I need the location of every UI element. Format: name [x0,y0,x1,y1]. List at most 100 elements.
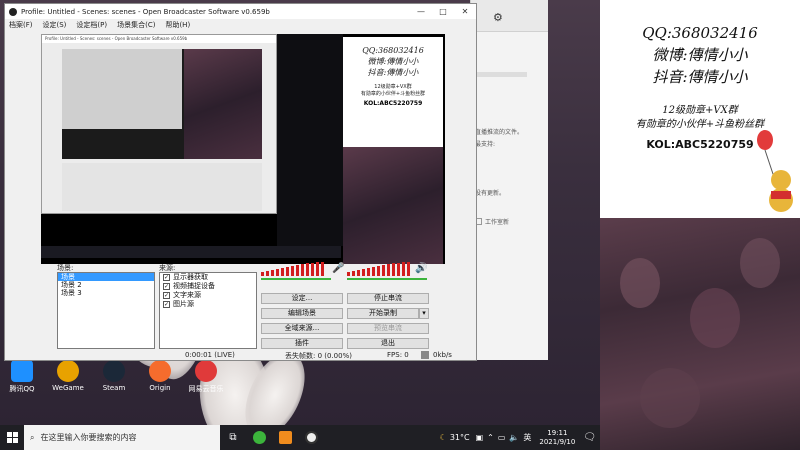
menu-file[interactable]: 档案(F) [9,20,33,30]
taskbar: ⌕ 在这里输入你要搜索的内容 ⧉ ☾ 31°C ▣ ⌃ ▭ 🔈 英 19:11 … [0,425,600,450]
mic-volume-meter[interactable] [261,262,331,276]
checked-icon[interactable]: ✓ [163,301,170,308]
taskbar-app-obs[interactable] [298,425,324,450]
bgwin-checkbox[interactable]: 工作室新 [475,217,544,226]
clock[interactable]: 19:11 2021/9/10 [535,429,579,447]
gear-icon[interactable]: ⚙ [493,11,503,24]
scenes-list[interactable]: 场景 场景 2 场景 3 [57,272,155,349]
obs-icon [304,431,318,444]
task-view-icon: ⧉ [229,432,237,443]
start-record-button[interactable]: 开始录制 [347,308,419,319]
promo-line1: 12级勋章+VX群 [662,105,738,116]
recursive-title: Profile: Untitled - Scenes: scenes - Ope… [42,35,276,43]
ime-indicator[interactable]: 英 [523,432,531,443]
bgwin-text: 直播推流的文件。 [475,129,524,136]
weather-temp[interactable]: 31°C [450,433,470,442]
exit-button[interactable]: 退出 [347,338,429,349]
tray-chevron-icon[interactable]: ⌃ [487,433,494,442]
stop-stream-button[interactable]: 停止串流 [347,293,429,304]
bitrate-readout: 0kb/s [433,351,452,359]
preview-promo-qq: QQ:368032416 [362,46,424,55]
menu-scene-collection[interactable]: 场景集合(C) [117,20,155,30]
notification-icon[interactable]: 🗨 [583,432,596,443]
speaker-icon[interactable]: 🔊 [415,263,427,274]
bgwin-checkbox-label: 工作室新 [485,219,510,226]
desktop-icon-steam[interactable]: Steam [94,360,134,392]
desktop-icon-label: 网易云音乐 [188,385,224,393]
preview-promo-kol: KOL:ABC5220759 [363,100,423,107]
source-item[interactable]: ✓ 文字来源 [160,291,256,300]
promo-weibo: 微博:傳情小小 [652,46,748,64]
desktop-volume-meter[interactable] [347,262,413,276]
scene-item[interactable]: 场景 [58,273,154,281]
divider [477,72,527,77]
microphone-icon[interactable]: 🎤 [332,263,344,274]
sources-list[interactable]: ✓ 显示器获取 ✓ 视频捕捉设备 ✓ 文字来源 ✓ 图片源 [159,272,257,349]
desktop-icon-origin[interactable]: Origin [140,360,180,392]
source-item[interactable]: ✓ 显示器获取 [160,273,256,282]
bgwin-text: 没有更新。 [475,190,506,197]
clock-date: 2021/9/10 [539,437,576,446]
checked-icon[interactable]: ✓ [163,283,170,290]
preview-stream-button[interactable]: 预览串流 [347,323,429,334]
promo-card: QQ:368032416 微博:傳情小小 抖音:傳情小小 12级勋章+VX群 有… [600,0,800,218]
source-label: 文字来源 [173,291,201,299]
desktop-icon-wegame[interactable]: WeGame [48,360,88,392]
menu-bar: 档案(F) 设定(S) 设定档(P) 场景集合(C) 帮助(H) [5,19,476,31]
menu-help[interactable]: 帮助(H) [165,20,190,30]
volume-icon[interactable]: 🔈 [509,433,519,442]
status-bar: 0:00:01 (LIVE) 丢失帧数: 0 (0.00%) FPS: 0 0k… [5,350,476,361]
edit-scene-button[interactable]: 编辑场景 [261,308,343,319]
bear-balloon-icon [757,130,793,212]
preview-promo-line2: 有勋章的小伙伴+斗鱼粉丝群 [360,91,426,97]
stream-health-indicator [421,351,429,359]
network-icon[interactable]: ▭ [498,433,506,442]
close-button[interactable]: ✕ [454,7,476,16]
recursive-preview [62,49,262,159]
plugins-button[interactable]: 插件 [261,338,343,349]
crowd-figure [620,258,660,308]
source-label: 显示器获取 [173,273,208,281]
desktop-icon-netease-music[interactable]: 网易云音乐 [186,360,226,394]
preview-crowd-image [343,147,443,264]
menu-settings[interactable]: 设定(S) [43,20,67,30]
weather-moon-icon[interactable]: ☾ [440,433,447,442]
search-placeholder: 在这里输入你要搜索的内容 [40,433,137,442]
start-button[interactable] [0,425,24,450]
clock-time: 19:11 [547,428,568,437]
title-bar[interactable]: Profile: Untitled - Scenes: scenes - Ope… [5,4,476,19]
window-title: Profile: Untitled - Scenes: scenes - Ope… [21,7,270,16]
background-window[interactable]: ⚙ 直播推流的文件。 最支持: 没有更新。 工作室新 [470,0,548,360]
preview-black-area [277,34,343,246]
obs-window[interactable]: Profile: Untitled - Scenes: scenes - Ope… [4,3,477,361]
preview-promo-line1: 12级勋章+VX群 [374,84,412,90]
checked-icon[interactable]: ✓ [163,292,170,299]
task-view-button[interactable]: ⧉ [220,425,246,450]
tray-app-icon[interactable]: ▣ [476,433,484,442]
desktop-level-bar [347,278,427,280]
fps-readout: FPS: 0 [387,351,409,359]
recursive-obs-window: Profile: Untitled - Scenes: scenes - Ope… [41,34,277,214]
minimize-button[interactable]: — [410,7,432,16]
taskbar-app-360[interactable] [246,425,272,450]
scene-item[interactable]: 场景 3 [58,289,154,297]
global-sources-button[interactable]: 全域来源... [261,323,343,334]
maximize-button[interactable]: □ [432,7,454,16]
promo-qq: QQ:368032416 [642,24,758,42]
record-dropdown-button[interactable]: ▾ [419,308,429,319]
checked-icon[interactable]: ✓ [163,274,170,281]
scene-item[interactable]: 场景 2 [58,281,154,289]
menu-profiles[interactable]: 设定档(P) [76,20,107,30]
desktop-icon-qq[interactable]: 腾讯QQ [2,360,42,394]
settings-button[interactable]: 设定... [261,293,343,304]
stream-preview[interactable]: Profile: Untitled - Scenes: scenes - Ope… [41,34,445,264]
source-label: 图片源 [173,300,194,308]
desktop-icon-label: Origin [149,384,171,392]
taskbar-app-orange[interactable] [272,425,298,450]
desktop-icon-label: WeGame [52,384,84,392]
taskbar-search-box[interactable]: ⌕ 在这里输入你要搜索的内容 [24,425,220,450]
preview-taskbar [41,246,341,258]
source-item[interactable]: ✓ 视频捕捉设备 [160,282,256,291]
source-item[interactable]: ✓ 图片源 [160,300,256,309]
stream-time: 0:00:01 (LIVE) [185,351,235,359]
